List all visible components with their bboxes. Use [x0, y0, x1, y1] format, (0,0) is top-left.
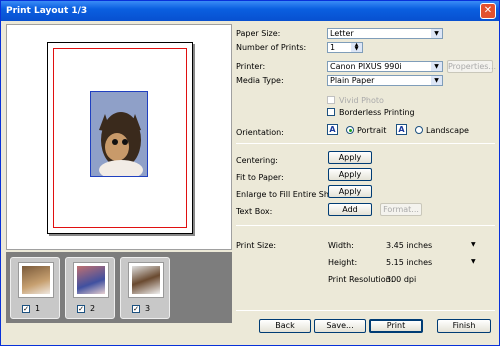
number-of-prints-stepper[interactable]: 1 ▲ ▼ — [327, 42, 363, 53]
thumbnail-number: 3 — [145, 304, 151, 313]
width-value: 3.45 inches — [386, 241, 433, 250]
chevron-down-icon: ▼ — [431, 62, 442, 71]
divider — [236, 143, 495, 144]
thumbnail-1[interactable]: ✓ 1 — [10, 257, 60, 319]
landscape-label: Landscape — [426, 126, 469, 135]
print-button[interactable]: Print — [369, 319, 423, 333]
height-dropdown-icon[interactable]: ▼ — [471, 258, 476, 265]
finish-button[interactable]: Finish — [437, 319, 491, 333]
number-of-prints-value: 1 — [330, 43, 336, 52]
divider — [236, 310, 495, 311]
printer-label: Printer: — [236, 62, 266, 71]
centering-label: Centering: — [236, 156, 278, 165]
number-of-prints-label: Number of Prints: — [236, 43, 307, 52]
portrait-icon: A — [327, 124, 338, 135]
borderless-printing-label: Borderless Printing — [339, 108, 415, 117]
thumbnail-image — [18, 262, 54, 298]
portrait-radio[interactable] — [346, 126, 354, 134]
add-text-box-button[interactable]: Add — [328, 203, 372, 216]
centering-apply-button[interactable]: Apply — [328, 151, 372, 164]
height-value: 5.15 inches — [386, 258, 433, 267]
close-icon[interactable]: ✕ — [480, 3, 496, 19]
print-size-label: Print Size: — [236, 241, 277, 250]
print-preview — [6, 24, 232, 250]
paper-sheet — [47, 42, 193, 234]
vivid-photo-checkbox[interactable] — [327, 96, 335, 104]
back-button[interactable]: Back — [259, 319, 311, 333]
width-dropdown-icon[interactable]: ▼ — [471, 241, 476, 248]
thumbnail-number: 1 — [35, 304, 41, 313]
enlarge-apply-button[interactable]: Apply — [328, 185, 372, 198]
width-label: Width: — [328, 241, 354, 250]
vivid-photo-label: Vivid Photo — [339, 96, 384, 105]
orientation-label: Orientation: — [236, 128, 284, 137]
title-bar: Print Layout 1/3 ✕ — [1, 1, 499, 21]
thumbnail-checkbox[interactable]: ✓ — [132, 305, 140, 313]
thumbnail-checkbox[interactable]: ✓ — [22, 305, 30, 313]
thumbnail-2[interactable]: ✓ 2 — [65, 257, 115, 319]
divider — [236, 225, 495, 226]
thumbnail-checkbox[interactable]: ✓ — [77, 305, 85, 313]
printer-select[interactable]: Canon PIXUS 990i ▼ — [327, 61, 443, 72]
photo-preview[interactable] — [90, 91, 148, 177]
fit-to-paper-apply-button[interactable]: Apply — [328, 168, 372, 181]
landscape-radio[interactable] — [415, 126, 423, 134]
dog-photo-icon — [91, 92, 147, 176]
chevron-down-icon: ▼ — [431, 29, 442, 38]
thumbnail-strip: ✓ 1 ✓ 2 ✓ 3 — [6, 252, 232, 323]
borderless-printing-checkbox[interactable] — [327, 108, 335, 116]
portrait-label: Portrait — [357, 126, 387, 135]
chevron-down-icon: ▼ — [431, 76, 442, 85]
window-title: Print Layout 1/3 — [6, 6, 88, 16]
media-type-select[interactable]: Plain Paper ▼ — [327, 75, 443, 86]
thumbnail-image — [73, 262, 109, 298]
printer-value: Canon PIXUS 990i — [330, 62, 402, 71]
thumbnail-3[interactable]: ✓ 3 — [120, 257, 170, 319]
thumbnail-image — [128, 262, 164, 298]
thumbnail-number: 2 — [90, 304, 96, 313]
format-button[interactable]: Format... — [380, 203, 422, 216]
save-button[interactable]: Save... — [314, 319, 366, 333]
paper-size-value: Letter — [330, 29, 354, 38]
media-type-value: Plain Paper — [330, 76, 375, 85]
print-layout-window: Print Layout 1/3 ✕ ✓ 1 ✓ 2 ✓ 3 Paper Siz… — [0, 0, 500, 346]
height-label: Height: — [328, 258, 358, 267]
landscape-icon: A — [396, 124, 407, 135]
paper-size-label: Paper Size: — [236, 29, 281, 38]
media-type-label: Media Type: — [236, 76, 284, 85]
text-box-label: Text Box: — [236, 207, 273, 216]
properties-button[interactable]: Properties... — [447, 60, 496, 73]
print-resolution-label: Print Resolution: — [328, 275, 394, 284]
fit-to-paper-label: Fit to Paper: — [236, 173, 284, 182]
spin-arrows-icon[interactable]: ▲ ▼ — [351, 43, 362, 52]
print-resolution-value: 300 dpi — [386, 275, 417, 284]
paper-size-select[interactable]: Letter ▼ — [327, 28, 443, 39]
